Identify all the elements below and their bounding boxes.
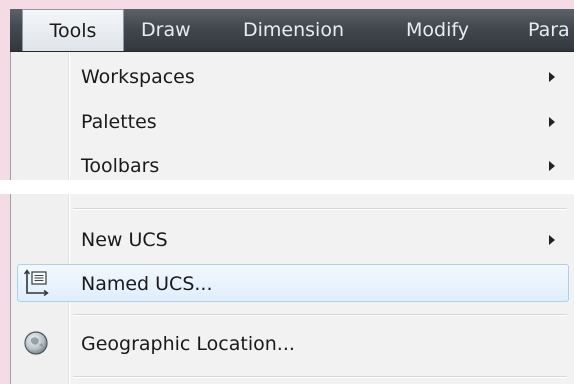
tools-dropdown-menu: Workspaces Palettes Toolbars New UCS Nam… xyxy=(10,52,574,384)
menu-separator xyxy=(73,208,567,210)
menu-separator xyxy=(73,376,567,378)
submenu-arrow-icon xyxy=(549,235,555,245)
menu-tools[interactable]: Tools xyxy=(22,9,124,51)
menu-dimension[interactable]: Dimension xyxy=(243,9,344,51)
menu-item-label: Palettes xyxy=(81,111,157,133)
menu-parametric[interactable]: Para xyxy=(528,9,570,51)
submenu-arrow-icon xyxy=(549,161,555,171)
menubar: Tools Draw Dimension Modify Para xyxy=(10,9,574,52)
menu-item-label: Named UCS... xyxy=(81,273,213,295)
menu-item-new-ucs[interactable]: New UCS xyxy=(11,218,573,262)
gap-band xyxy=(0,180,574,194)
submenu-arrow-icon xyxy=(549,72,555,82)
menu-modify[interactable]: Modify xyxy=(406,9,469,51)
menu-item-label: New UCS xyxy=(81,229,168,251)
menu-item-label: Geographic Location... xyxy=(81,333,295,355)
submenu-arrow-icon xyxy=(549,117,555,127)
menu-item-geographic-location[interactable]: Geographic Location... xyxy=(11,322,573,366)
menu-separator xyxy=(73,314,567,316)
globe-icon xyxy=(23,330,49,360)
named-ucs-icon xyxy=(23,268,49,300)
menu-draw[interactable]: Draw xyxy=(141,9,191,51)
menu-item-label: Workspaces xyxy=(81,66,195,88)
menu-item-named-ucs[interactable]: Named UCS... xyxy=(11,262,573,306)
menu-item-palettes[interactable]: Palettes xyxy=(11,100,573,144)
menu-item-workspaces[interactable]: Workspaces xyxy=(11,55,573,99)
